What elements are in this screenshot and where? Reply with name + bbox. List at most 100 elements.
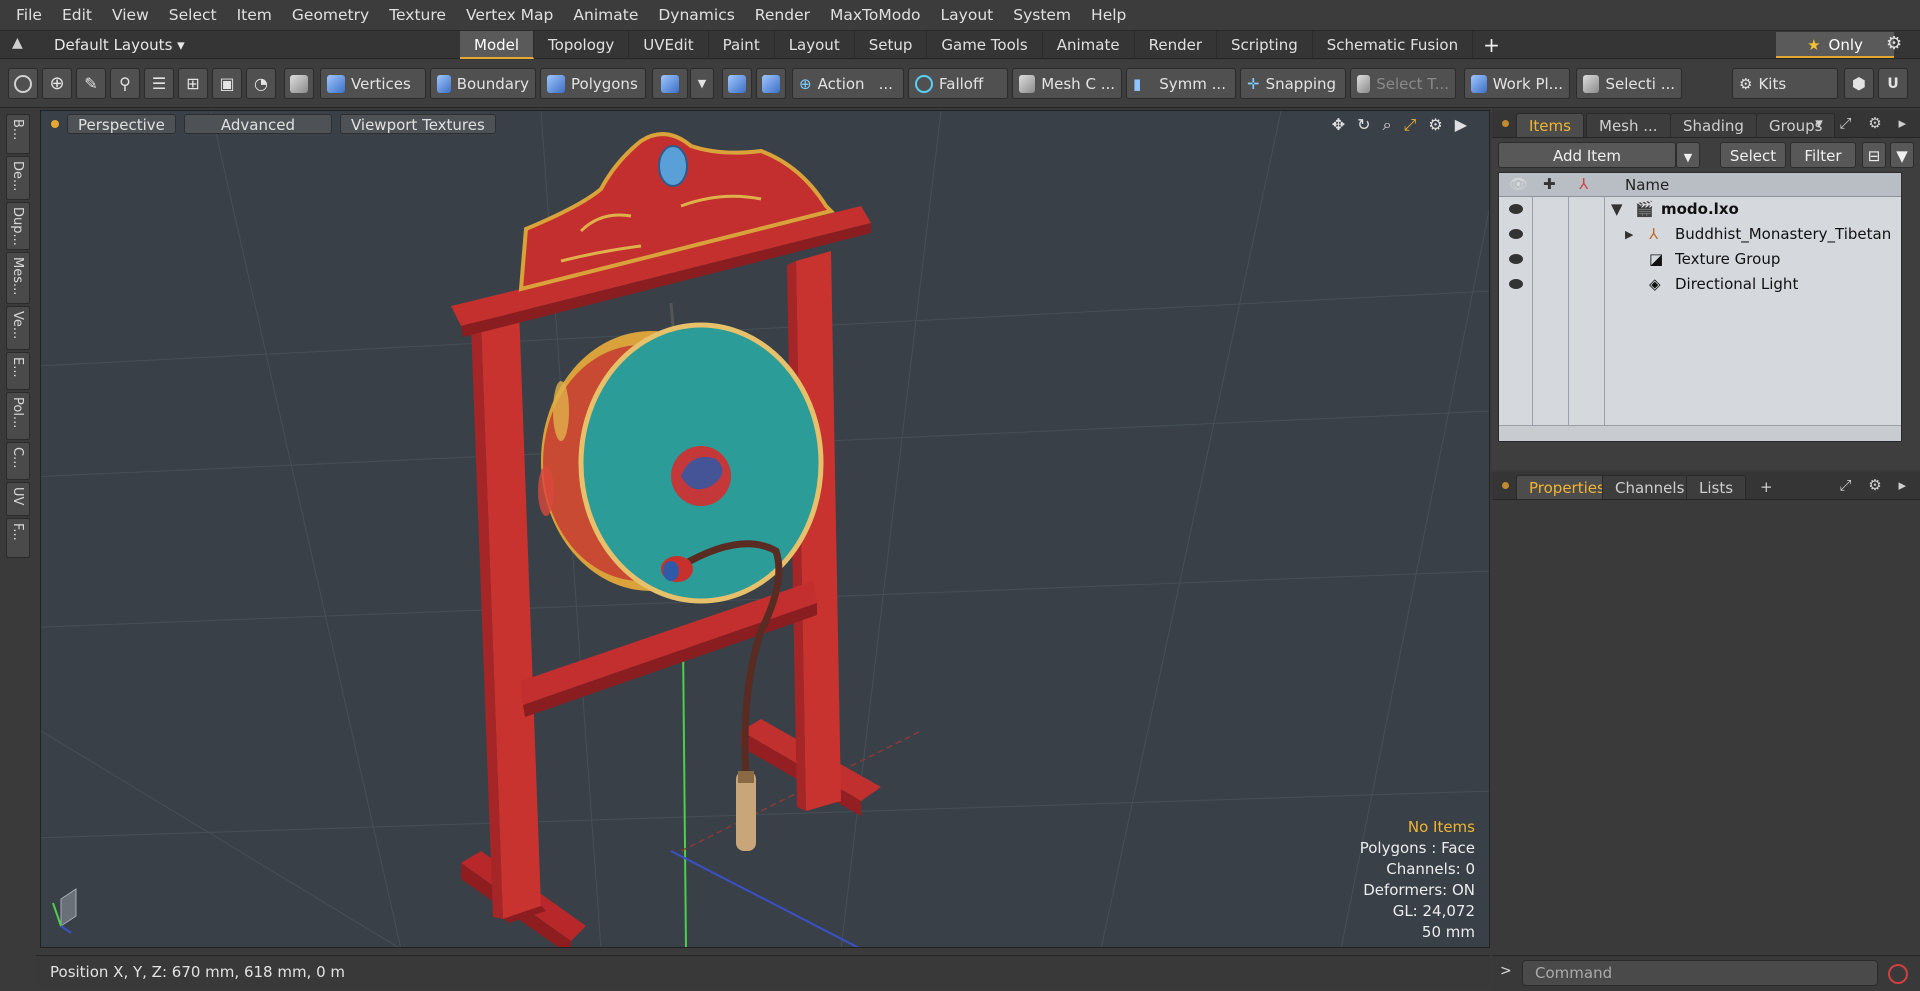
expand-arrow-icon[interactable]: ▼	[1611, 197, 1623, 222]
brush-button[interactable]: ⚲	[110, 68, 140, 99]
name-column-header[interactable]: Name	[1625, 176, 1669, 194]
eye-icon[interactable]	[1509, 279, 1523, 289]
menu-file[interactable]: File	[6, 0, 52, 31]
tree-row-mesh[interactable]: ▶ ⅄ Buddhist_Monastery_Tibetan ...	[1499, 222, 1901, 247]
tab-model[interactable]: Model	[460, 31, 535, 59]
viewport-textures-button[interactable]: Viewport Textures	[339, 114, 496, 134]
viewport-expand-icon[interactable]: ▶	[1455, 115, 1467, 135]
shading-mode-button[interactable]: Advanced	[183, 114, 332, 134]
material-dropdown[interactable]: ▼	[690, 68, 714, 99]
left-tab-vertex[interactable]: Ve...	[6, 306, 30, 350]
shield-button[interactable]	[722, 68, 752, 99]
menu-animate[interactable]: Animate	[563, 0, 648, 31]
menu-vertex-map[interactable]: Vertex Map	[456, 0, 563, 31]
gear-icon[interactable]: ⚙	[1886, 33, 1902, 54]
menu-layout[interactable]: Layout	[931, 0, 1004, 31]
globe-button[interactable]: ⊕	[42, 68, 72, 99]
menu-select[interactable]: Select	[159, 0, 227, 31]
command-input[interactable]: Command	[1522, 960, 1878, 986]
eye-icon[interactable]	[1509, 204, 1523, 214]
menu-system[interactable]: System	[1003, 0, 1081, 31]
falloff-button[interactable]: Falloff	[908, 68, 1008, 99]
tree-horizontal-scrollbar[interactable]	[1499, 425, 1901, 441]
tree-row-scene[interactable]: ▼ 🎬 modo.lxo	[1499, 197, 1901, 222]
command-arrow-icon[interactable]: >	[1500, 963, 1512, 979]
tree-row-texture-group[interactable]: ◪ Texture Group	[1499, 247, 1901, 272]
clock-button[interactable]: ◔	[246, 68, 276, 99]
record-icon[interactable]	[1888, 964, 1908, 984]
add-tab-button[interactable]: +	[1748, 475, 1785, 499]
expand-arrow-icon[interactable]: ▶	[1625, 222, 1633, 247]
tab-lists[interactable]: Lists	[1686, 475, 1747, 499]
left-tab-edge[interactable]: E...	[6, 352, 30, 390]
menu-dynamics[interactable]: Dynamics	[648, 0, 744, 31]
menu-maxtomodo[interactable]: MaxToModo	[820, 0, 931, 31]
select-circle-button[interactable]	[8, 68, 38, 99]
tab-channels[interactable]: Channels	[1602, 475, 1698, 499]
rotate-icon[interactable]: ↻	[1357, 115, 1370, 135]
menu-texture[interactable]: Texture	[379, 0, 456, 31]
tab-game-tools[interactable]: Game Tools	[927, 31, 1043, 59]
item-mode-button[interactable]	[284, 68, 314, 99]
tab-topology[interactable]: Topology	[534, 31, 630, 59]
menu-help[interactable]: Help	[1081, 0, 1136, 31]
default-layouts-dropdown[interactable]: Default Layouts ▾	[54, 31, 185, 59]
snapping-button[interactable]: ✛ Snapping	[1240, 68, 1346, 99]
action-center-button[interactable]: ⊕ Action...	[792, 68, 904, 99]
tab-uvedit[interactable]: UVEdit	[629, 31, 709, 59]
menu-item[interactable]: Item	[227, 0, 282, 31]
grid-button[interactable]: ⊞	[178, 68, 208, 99]
view-type-button[interactable]: Perspective	[67, 114, 176, 134]
funnel-button[interactable]: ▼	[1890, 142, 1914, 168]
vertices-button[interactable]: Vertices	[320, 68, 426, 99]
only-toggle[interactable]: ★ Only	[1776, 32, 1894, 58]
tab-items[interactable]: Items	[1516, 113, 1584, 137]
symmetry-button[interactable]: ▮ Symm ...	[1126, 68, 1236, 99]
tab-layout[interactable]: Layout	[775, 31, 855, 59]
menu-render[interactable]: Render	[745, 0, 820, 31]
kits-button[interactable]: ⚙ Kits	[1732, 68, 1838, 99]
menu-geometry[interactable]: Geometry	[282, 0, 379, 31]
3d-viewport[interactable]: Perspective Advanced Viewport Textures ✥…	[40, 110, 1490, 948]
pan-icon[interactable]: ✥	[1332, 115, 1345, 135]
modo-cube-button[interactable]: ⬢	[1844, 68, 1874, 99]
material-mode-button[interactable]	[652, 68, 688, 99]
panel-controls[interactable]: ▾ ⤢ ⚙ ▸	[1815, 114, 1912, 132]
add-item-button[interactable]: Add Item	[1498, 142, 1676, 168]
tree-row-light[interactable]: ◈ Directional Light	[1499, 272, 1901, 297]
add-tab-button[interactable]: +	[1473, 31, 1510, 59]
workplane-button[interactable]: Work Pl...	[1464, 68, 1570, 99]
mesh-constraint-button[interactable]: Mesh C ...	[1012, 68, 1122, 99]
filter-button[interactable]: Filter	[1790, 142, 1856, 168]
frame-button[interactable]: ▣	[212, 68, 242, 99]
eye-icon[interactable]	[1509, 229, 1523, 239]
panel-menu-dot[interactable]	[1502, 120, 1509, 127]
panel-menu-dot[interactable]	[1502, 482, 1509, 489]
viewport-settings-icon[interactable]: ⚙	[1428, 115, 1442, 135]
left-tab-duplicate[interactable]: Dup...	[6, 202, 30, 250]
left-tab-polygon[interactable]: Pol...	[6, 392, 30, 440]
collapse-icon[interactable]: ▲	[12, 35, 23, 51]
left-tab-uv[interactable]: UV	[6, 482, 30, 516]
panel-controls[interactable]: ⤢ ⚙ ▸	[1839, 476, 1912, 494]
menu-view[interactable]: View	[102, 0, 159, 31]
zoom-icon[interactable]: ⌕	[1383, 115, 1392, 135]
tab-schematic-fusion[interactable]: Schematic Fusion	[1313, 31, 1474, 59]
selection-sets-button[interactable]: Selecti ...	[1576, 68, 1682, 99]
left-tab-basic[interactable]: B...	[6, 114, 30, 154]
tab-paint[interactable]: Paint	[709, 31, 775, 59]
menu-edit[interactable]: Edit	[52, 0, 102, 31]
shield-alt-button[interactable]	[756, 68, 786, 99]
left-tab-mesh[interactable]: Mes...	[6, 252, 30, 304]
collapse-all-button[interactable]: ⊟	[1862, 142, 1886, 168]
tab-animate[interactable]: Animate	[1043, 31, 1135, 59]
select-button[interactable]: Select	[1720, 142, 1786, 168]
tab-render[interactable]: Render	[1135, 31, 1218, 59]
add-item-dropdown[interactable]: ▼	[1676, 142, 1700, 168]
select-through-button[interactable]: Select T...	[1350, 68, 1456, 99]
polygons-button[interactable]: Polygons	[540, 68, 646, 99]
pen-button[interactable]: ✎	[76, 68, 106, 99]
unreal-button[interactable]: U	[1878, 68, 1908, 99]
boundary-button[interactable]: Boundary	[430, 68, 536, 99]
tab-setup[interactable]: Setup	[855, 31, 928, 59]
